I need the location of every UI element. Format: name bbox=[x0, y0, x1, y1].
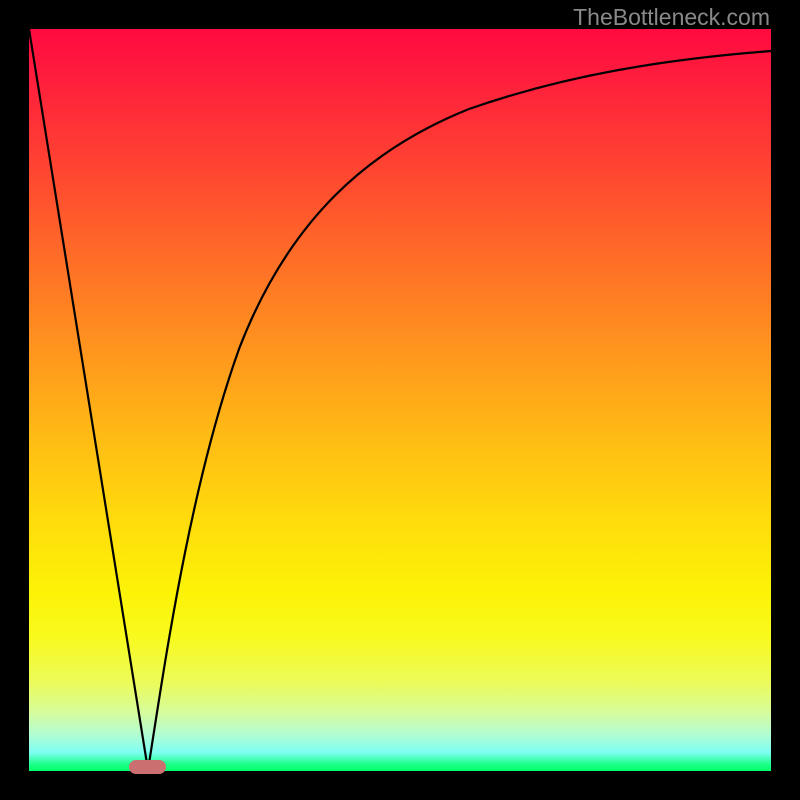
minimum-marker bbox=[129, 760, 166, 774]
watermark-text: TheBottleneck.com bbox=[573, 4, 770, 31]
curve-svg bbox=[29, 29, 771, 771]
bottleneck-curve bbox=[29, 29, 771, 770]
chart-frame: TheBottleneck.com bbox=[0, 0, 800, 800]
